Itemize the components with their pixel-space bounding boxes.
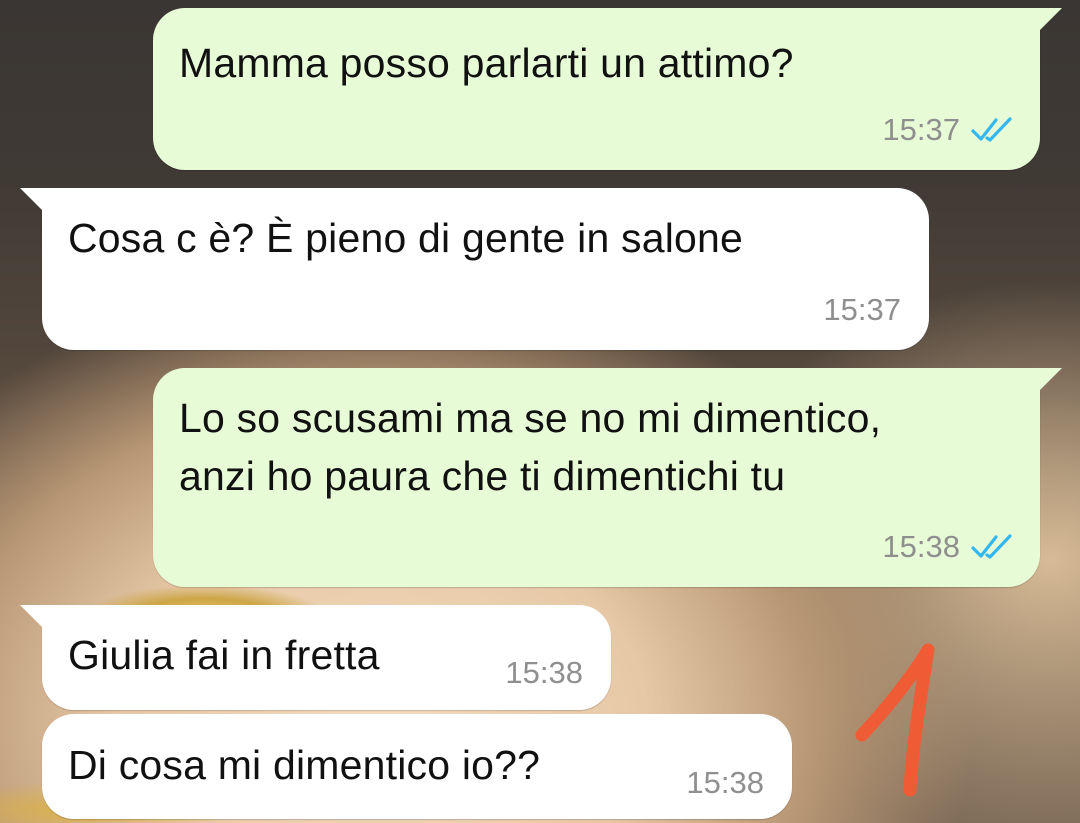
double-check-read-icon <box>970 533 1016 561</box>
message-line: Lo so scusami ma se no mi dimentico, <box>179 395 882 441</box>
message-meta: 15:38 <box>686 765 764 801</box>
bubble-tail <box>20 605 50 635</box>
message-timestamp: 15:38 <box>686 765 764 800</box>
message-meta: 15:37 <box>823 292 901 328</box>
message-timestamp: 15:38 <box>882 529 960 564</box>
message-line: Mamma posso parlarti un attimo? <box>179 40 794 86</box>
message-line: anzi ho paura che ti dimentichi tu <box>179 453 786 499</box>
bubble-tail <box>20 188 50 218</box>
message-text: Cosa c è? È pieno di gente in salone <box>68 209 743 267</box>
message-text: Giulia fai in fretta <box>68 626 380 684</box>
message-line: Cosa c è? È pieno di gente in salone <box>68 215 744 261</box>
incoming-message-bubble[interactable]: Di cosa mi dimentico io?? 15:38 <box>42 714 792 819</box>
message-text: Lo so scusami ma se no mi dimentico, anz… <box>179 389 881 505</box>
handwritten-number-annotation <box>850 640 950 800</box>
message-meta: 15:38 <box>882 529 1016 565</box>
outgoing-message-bubble[interactable]: Lo so scusami ma se no mi dimentico, anz… <box>153 368 1062 587</box>
message-text: Mamma posso parlarti un attimo? <box>179 34 794 92</box>
bubble-tail <box>1032 368 1062 398</box>
message-timestamp: 15:38 <box>505 655 583 690</box>
message-meta: 15:37 <box>882 112 1016 148</box>
outgoing-message-bubble[interactable]: Mamma posso parlarti un attimo? 15:37 <box>153 8 1062 170</box>
message-line: Giulia fai in fretta <box>68 632 380 678</box>
message-timestamp: 15:37 <box>823 292 901 327</box>
message-meta: 15:38 <box>505 655 583 691</box>
incoming-message-bubble[interactable]: Giulia fai in fretta 15:38 <box>20 605 611 710</box>
message-line: Di cosa mi dimentico io?? <box>68 742 541 788</box>
double-check-read-icon <box>970 116 1016 144</box>
incoming-message-bubble[interactable]: Cosa c è? È pieno di gente in salone 15:… <box>20 188 929 350</box>
message-text: Di cosa mi dimentico io?? <box>68 736 540 794</box>
message-timestamp: 15:37 <box>882 112 960 147</box>
bubble-tail <box>1032 8 1062 38</box>
